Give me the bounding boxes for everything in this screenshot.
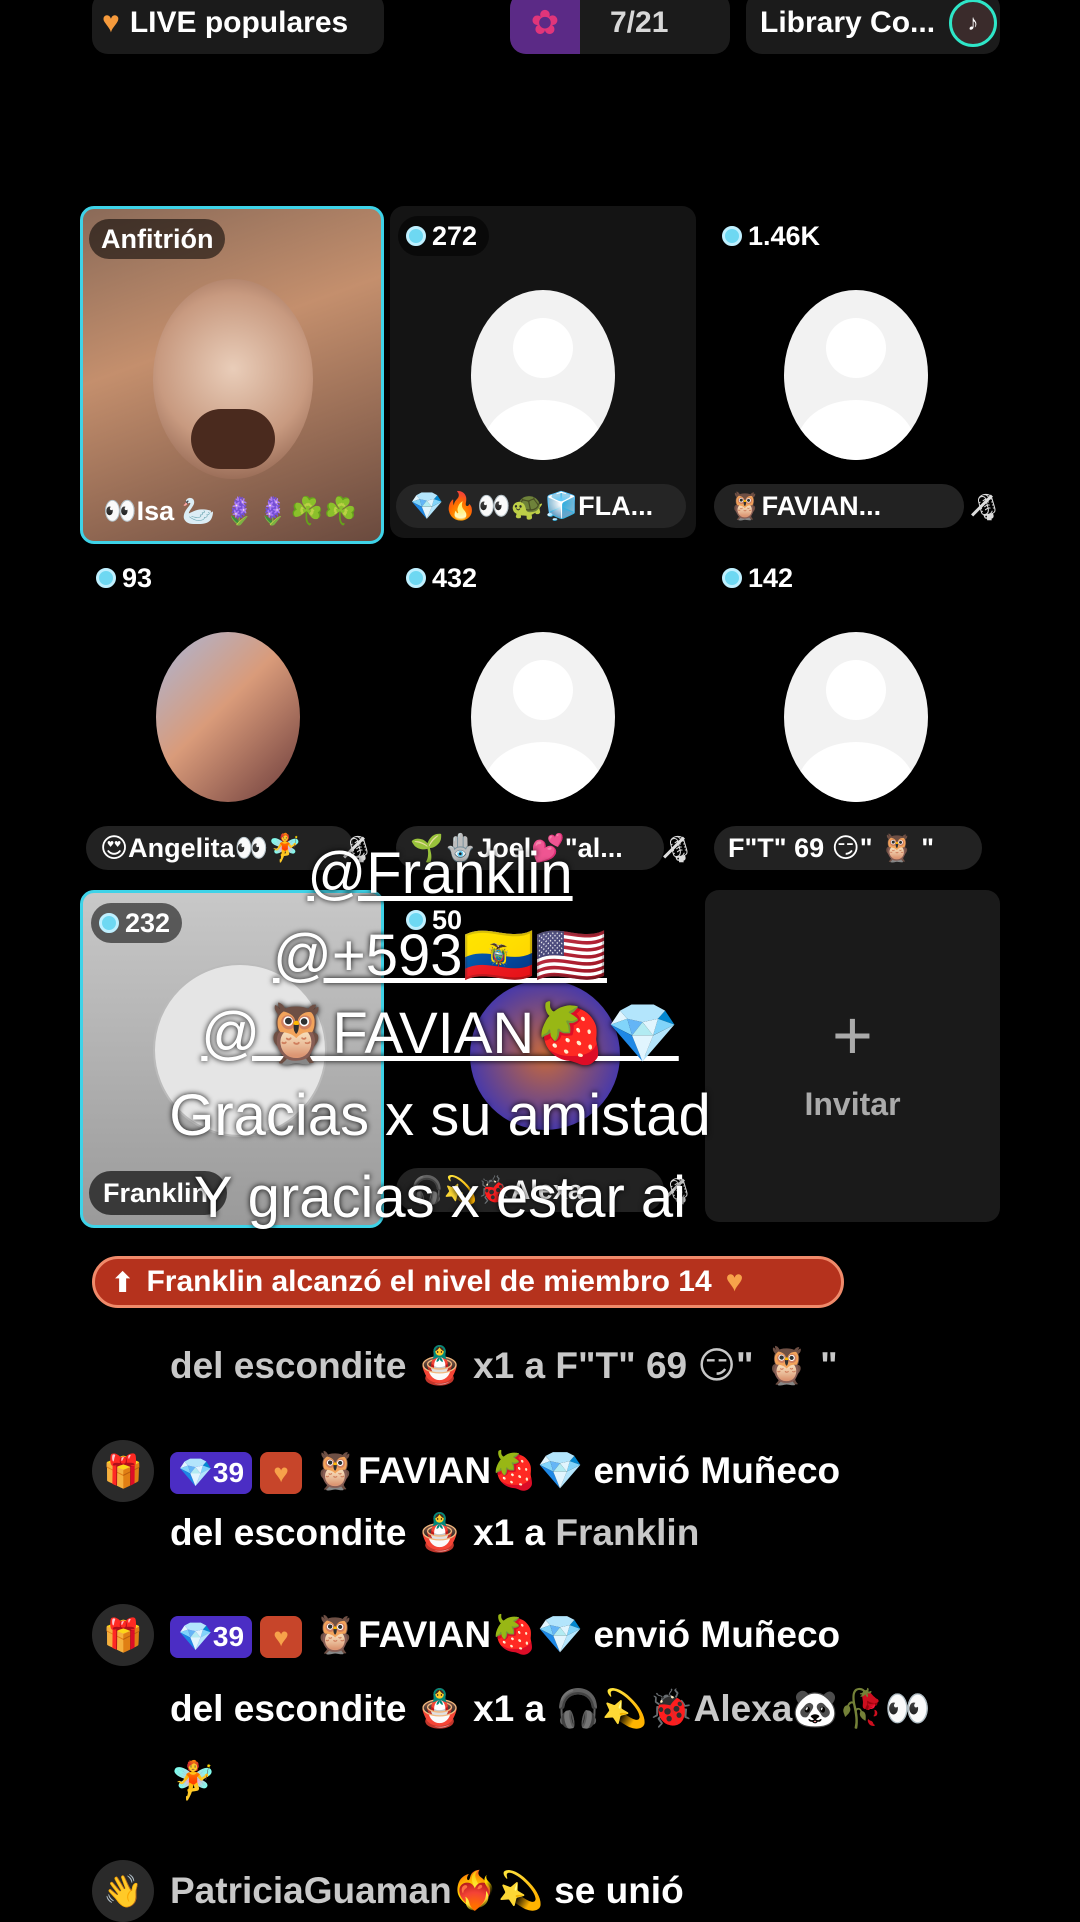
chat-message-3: PatriciaGuaman❤️‍🔥💫 se unió xyxy=(170,1870,684,1911)
chat-sender[interactable]: PatriciaGuaman❤️‍🔥💫 xyxy=(170,1870,544,1911)
coin-icon xyxy=(96,568,116,588)
overlay-line-4: Gracias x su amistad xyxy=(169,1083,711,1148)
up-arrow-icon: ⬆ xyxy=(111,1266,135,1298)
gift-icon: 🎁 xyxy=(92,1604,154,1666)
coin-badge: 93 xyxy=(88,558,165,598)
overlay-line-2: @+593🇪🇨🇺🇸 xyxy=(273,923,607,988)
fan-heart-badge: ♥ xyxy=(260,1616,303,1659)
heart-icon: ♥ xyxy=(725,1265,744,1298)
couple-photo-avatar xyxy=(156,632,300,802)
guest-name: 💎🔥👀🐢🧊FLA... xyxy=(396,484,686,528)
chat-recipient[interactable]: Franklin xyxy=(555,1512,699,1553)
chat-message-0: del escondite 🪆 x1 a F"T" 69 😏" 🦉 " xyxy=(170,1345,838,1386)
default-avatar xyxy=(471,290,615,460)
fan-heart-badge: ♥ xyxy=(260,1452,303,1495)
chat-sender[interactable]: 🦉FAVIAN🍓💎 xyxy=(312,1614,583,1655)
rank-button[interactable]: ✿ 7/21 xyxy=(510,0,730,54)
coin-icon xyxy=(406,226,426,246)
live-popular-button[interactable]: ♥ LIVE populares xyxy=(92,0,384,54)
host-name: 👀Isa 🦢 🪻🪻☘️☘️ xyxy=(103,496,358,526)
chat-sender[interactable]: 🦉FAVIAN🍓💎 xyxy=(312,1450,583,1491)
overlay-line-1: @Franklin xyxy=(307,841,573,906)
heart-icon: ♥ xyxy=(102,6,120,39)
guest-name: 🦉FAVIAN... xyxy=(714,484,964,528)
tiktok-avatar-icon: ♪ xyxy=(949,0,998,47)
dog-nose-filter xyxy=(191,409,275,469)
library-label: Library Co... xyxy=(760,6,936,39)
coin-badge: 272 xyxy=(398,216,490,256)
guest-tile-4[interactable]: 93 😍Angelita👀🧚 🎙 xyxy=(80,548,380,880)
chat-message-2-cont: del escondite 🪆 x1 a 🎧💫🐞Alexa🐼🥀👀 xyxy=(170,1688,931,1729)
chat-recipient[interactable]: 🎧💫🐞Alexa🐼🥀👀 xyxy=(555,1688,930,1729)
overlay-line-5: Y gracias x estar ai xyxy=(193,1165,687,1230)
overlay-line-3: @🦉FAVIAN🍓💎 xyxy=(201,1001,679,1066)
guest-tile-2[interactable]: 272 💎🔥👀🐢🧊FLA... xyxy=(390,206,696,538)
member-level-badge: 💎 39 xyxy=(170,1616,253,1659)
host-badge: Anfitrión xyxy=(89,219,226,259)
gift-icon: 🎁 xyxy=(92,1440,154,1502)
chat-message-1-cont: del escondite 🪆 x1 a Franklin xyxy=(170,1512,700,1553)
rank-text: 7/21 xyxy=(610,6,669,39)
chat-message-2: 💎 39 ♥ 🦉FAVIAN🍓💎 envió Muñeco xyxy=(170,1604,840,1666)
member-level-banner: ⬆ Franklin alcanzó el nivel de miembro 1… xyxy=(92,1256,844,1308)
default-avatar xyxy=(784,290,928,460)
default-avatar xyxy=(471,632,615,802)
coin-icon xyxy=(406,568,426,588)
coin-icon xyxy=(722,226,742,246)
coin-badge: 1.46K xyxy=(714,216,833,256)
default-avatar xyxy=(784,632,928,802)
chat-message-2-cont2: 🧚 xyxy=(170,1760,217,1801)
guest-tile-5[interactable]: 432 🌱🪬Joel💕"al... 🎙 xyxy=(390,548,696,880)
coin-badge: 142 xyxy=(714,558,806,598)
mic-off-icon: 🎙 xyxy=(970,492,1004,522)
library-button[interactable]: Library Co... ♪ xyxy=(746,0,1000,54)
guest-tile-6[interactable]: 142 F"T" 69 😏" 🦉 " xyxy=(706,548,1006,880)
host-tile[interactable]: Anfitrión 👀Isa 🦢 🪻🪻☘️☘️ xyxy=(80,206,384,544)
member-level-badge: 💎 39 xyxy=(170,1452,253,1495)
top-bar: ♥ LIVE populares ✿ 7/21 Library Co... ♪ xyxy=(0,0,1080,56)
coin-badge: 432 xyxy=(398,558,490,598)
live-popular-label: LIVE populares xyxy=(129,6,349,39)
wave-icon: 👋 xyxy=(92,1860,154,1922)
chat-message-1: 💎 39 ♥ 🦉FAVIAN🍓💎 envió Muñeco xyxy=(170,1440,840,1502)
rose-icon: ✿ xyxy=(510,0,580,54)
guest-tile-3[interactable]: 1.46K 🦉FAVIAN... 🎙 xyxy=(706,206,1006,538)
coin-icon xyxy=(722,568,742,588)
